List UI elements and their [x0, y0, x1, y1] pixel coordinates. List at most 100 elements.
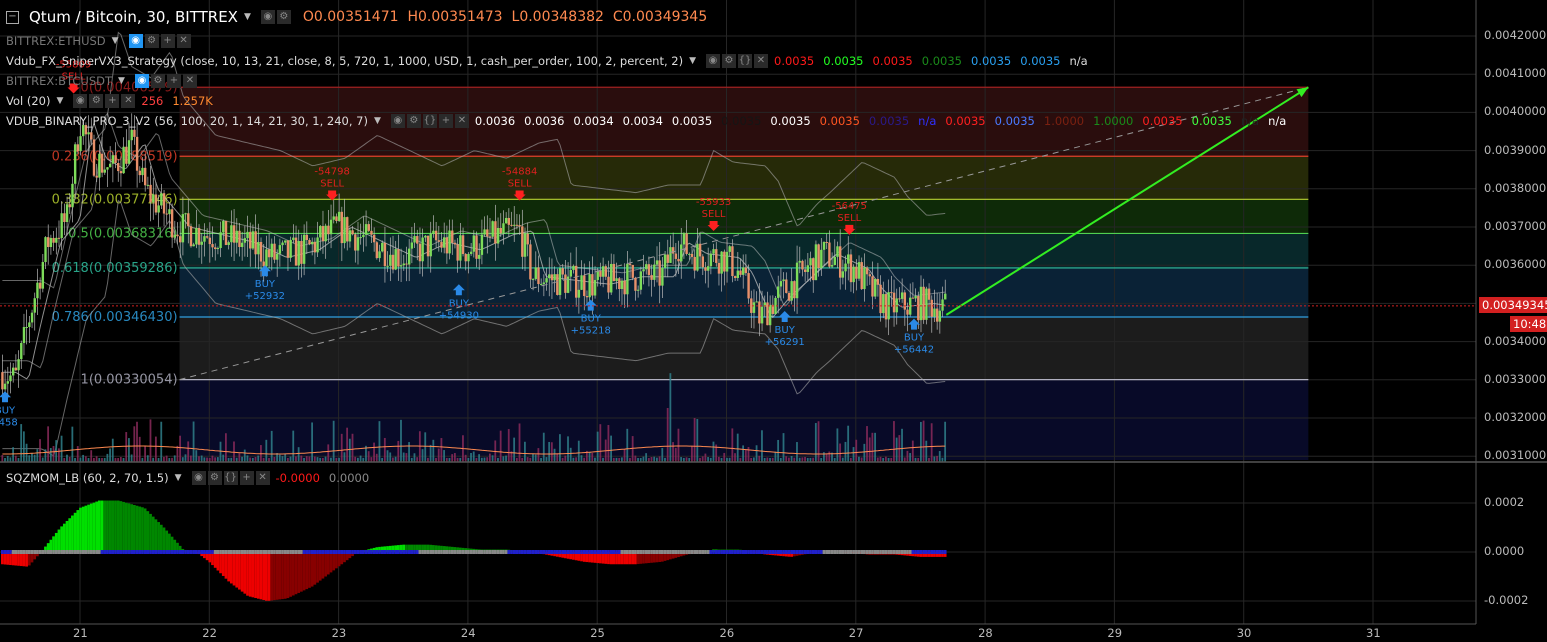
- volume-bar: [241, 456, 243, 462]
- chevron-down-icon[interactable]: ▼: [689, 56, 696, 66]
- squeeze-dot: [644, 550, 648, 554]
- eye-icon[interactable]: ◉: [191, 471, 206, 485]
- sqzmom-bar: [238, 552, 241, 590]
- sqzmom-bar: [324, 552, 327, 577]
- volume-label[interactable]: Vol (20): [6, 94, 50, 108]
- candle-body: [278, 245, 282, 254]
- chevron-down-icon[interactable]: ▼: [374, 116, 381, 126]
- gear-icon[interactable]: ⚙: [406, 114, 421, 128]
- close-icon[interactable]: ✕: [176, 34, 191, 48]
- chevron-down-icon[interactable]: ▼: [56, 96, 63, 106]
- squeeze-dot: [259, 550, 263, 554]
- candle-body: [391, 254, 395, 270]
- sqzmom-legend: SQZMOM_LB (60, 2, 70, 1.5) ▼ ◉ ⚙{} + ✕ -0.0…: [6, 471, 378, 485]
- gear-icon[interactable]: ⚙: [144, 34, 159, 48]
- plus-icon[interactable]: +: [105, 94, 120, 108]
- squeeze-dot: [871, 550, 874, 554]
- sniper-strategy-label[interactable]: Vdub_FX_SniperVX3_Strategy (close, 10, 1…: [6, 54, 683, 68]
- indicator-value: 1.257K: [172, 94, 213, 108]
- volume-bar: [84, 456, 87, 462]
- volume-bar: [246, 455, 249, 462]
- gear-icon[interactable]: ⚙: [150, 74, 165, 88]
- candle-body: [275, 253, 279, 260]
- indicator-value: 0.0034: [622, 114, 663, 128]
- candle-body: [480, 234, 484, 255]
- collapse-icon[interactable]: −: [6, 10, 19, 24]
- squeeze-dot: [860, 550, 864, 554]
- gear-icon[interactable]: ⚙: [276, 10, 291, 24]
- chevron-down-icon[interactable]: ▼: [112, 36, 119, 46]
- candle-body: [486, 229, 489, 237]
- eye-icon[interactable]: ◉: [390, 114, 405, 128]
- squeeze-dot: [809, 550, 812, 554]
- ethusd-label[interactable]: BITTREX:ETHUSD: [6, 34, 106, 48]
- plus-icon[interactable]: +: [239, 471, 254, 485]
- volume-bar: [133, 426, 136, 462]
- eye-icon[interactable]: ◉: [73, 94, 88, 108]
- source-code-icon[interactable]: {}: [422, 114, 437, 128]
- candle-body: [364, 224, 368, 235]
- candle-body: [488, 236, 492, 238]
- squeeze-dot: [33, 550, 37, 554]
- candle-body: [653, 264, 656, 280]
- sqzmom-bar: [103, 500, 107, 552]
- chart-canvas[interactable]: 0(0.00406579)0.236(0.00388519)0.382(0.00…: [0, 0, 1547, 642]
- sqzmom-bar: [146, 511, 150, 552]
- volume-bar: [130, 454, 133, 462]
- squeeze-dot: [30, 550, 34, 554]
- candle-body: [499, 227, 502, 234]
- sniper-legend: Vdub_FX_SniperVX3_Strategy (close, 10, 1…: [6, 54, 1097, 68]
- close-icon[interactable]: ✕: [454, 114, 469, 128]
- plus-icon[interactable]: +: [438, 114, 453, 128]
- source-code-icon[interactable]: {}: [738, 54, 752, 68]
- sqzmom-bar: [81, 506, 85, 552]
- squeeze-dot: [561, 550, 565, 554]
- eye-icon[interactable]: ◉: [706, 54, 720, 68]
- squeeze-dot: [906, 550, 909, 554]
- volume-bar: [295, 456, 297, 462]
- chevron-down-icon[interactable]: ▼: [175, 473, 182, 483]
- volume-bar: [717, 456, 720, 462]
- squeeze-dot: [364, 550, 368, 554]
- binary-indicator-label[interactable]: VDUB_BINARY_PRO_3_V2 (56, 100, 20, 1, 14…: [6, 114, 368, 128]
- chevron-down-icon[interactable]: ▼: [118, 76, 125, 86]
- candle-body: [529, 244, 532, 280]
- candle-body: [429, 233, 432, 257]
- buy-signal: BUY0458: [0, 391, 18, 428]
- squeeze-dot: [677, 550, 680, 554]
- sqzmom-label[interactable]: SQZMOM_LB (60, 2, 70, 1.5): [6, 471, 169, 485]
- eye-icon[interactable]: ◉: [128, 34, 143, 48]
- volume-bar: [701, 456, 704, 462]
- volume-bar: [36, 449, 39, 462]
- eye-icon[interactable]: ◉: [134, 74, 149, 88]
- squeeze-dot: [863, 550, 866, 554]
- close-icon[interactable]: ✕: [255, 471, 270, 485]
- squeeze-dot: [507, 550, 511, 554]
- squeeze-dot: [394, 550, 398, 554]
- squeeze-dot: [520, 550, 524, 554]
- squeeze-dot: [353, 550, 357, 554]
- gear-icon[interactable]: ⚙: [207, 471, 222, 485]
- candle-body: [356, 237, 360, 251]
- close-icon[interactable]: ✕: [182, 74, 197, 88]
- candle-body: [179, 236, 182, 243]
- chevron-down-icon[interactable]: ▼: [244, 12, 251, 22]
- btcusdt-label[interactable]: BITTREX:BTCUSDT: [6, 74, 112, 88]
- symbol-title[interactable]: Qtum / Bitcoin, 30, BITTREX: [29, 8, 238, 26]
- close-icon[interactable]: ✕: [754, 54, 768, 68]
- eye-icon[interactable]: ◉: [260, 10, 275, 24]
- squeeze-dot: [445, 550, 449, 554]
- candle-body: [20, 342, 23, 360]
- gear-icon[interactable]: ⚙: [722, 54, 736, 68]
- close-icon[interactable]: ✕: [121, 94, 136, 108]
- candle-body: [421, 237, 424, 262]
- squeeze-dot: [62, 550, 66, 554]
- indicator-value: 0.0035: [868, 114, 910, 128]
- gear-icon[interactable]: ⚙: [89, 94, 104, 108]
- candle-body: [240, 242, 244, 247]
- plus-icon[interactable]: +: [160, 34, 175, 48]
- source-code-icon[interactable]: {}: [223, 471, 238, 485]
- squeeze-dot: [162, 550, 166, 554]
- squeeze-dot: [97, 550, 101, 554]
- plus-icon[interactable]: +: [166, 74, 181, 88]
